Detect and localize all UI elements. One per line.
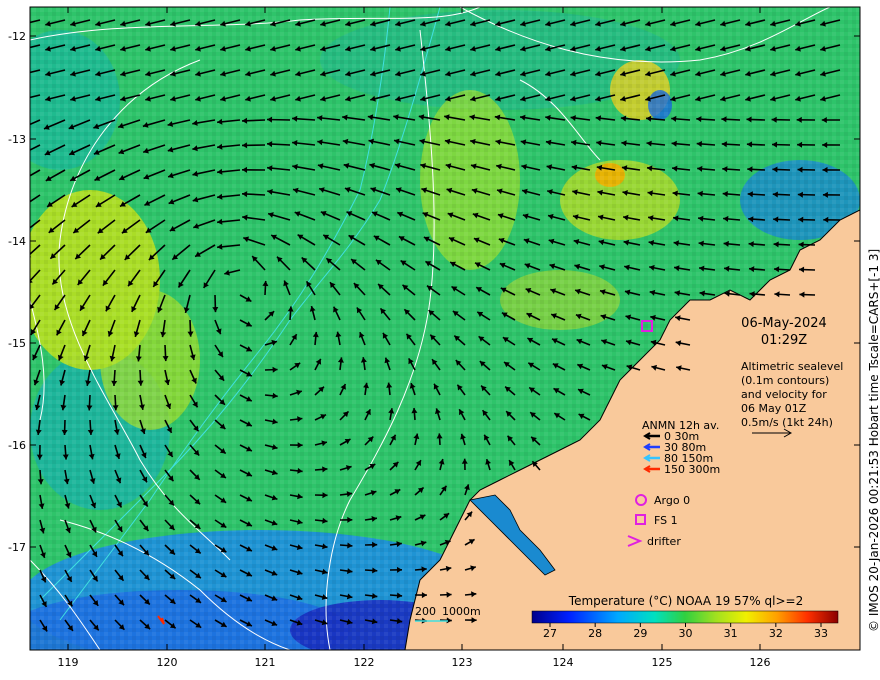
velocity-arrowhead [21,176,27,181]
velocity-arrowhead [20,71,26,77]
altimetry-line: (0.1m contours) [741,374,829,387]
x-tick-label: 125 [652,656,673,669]
x-tick-label: 120 [157,656,178,669]
colorbar-gradient [531,610,839,624]
y-tick-label: -16 [8,439,26,452]
colorbar-tick-label: 33 [814,627,828,640]
x-tick-label: 122 [354,656,375,669]
bathy-label-200: 200 [415,605,436,618]
fs-label: FS 1 [654,514,678,527]
colorbar-tick-label: 30 [679,627,693,640]
y-tick-label: -15 [8,337,26,350]
altimetry-line: Altimetric sealevel [741,360,843,373]
side-info-text: © IMOS 20-Jan-2026 00:21:53 Hobart time … [867,249,880,632]
y-tick-label: -17 [8,541,26,554]
colorbar-tick-label: 27 [543,627,557,640]
velocity-arrowhead [20,96,26,102]
altimetry-line: 06 May 01Z [741,402,807,415]
time-label: 01:29Z [761,333,807,348]
y-tick-label: -14 [8,235,26,248]
sst-field [30,7,860,650]
velocity-arrowhead [24,227,30,232]
velocity-arrowhead [20,21,26,27]
x-tick-label: 124 [553,656,574,669]
colorbar-tick-label: 28 [588,627,602,640]
altimetry-scale-label: 0.5m/s (1kt 24h) [741,416,833,429]
drifter-label: drifter [647,535,681,548]
y-tick-label: -13 [8,133,26,146]
anmn-item-label: 150 300m [664,463,720,476]
x-tick-label: 126 [750,656,771,669]
colorbar-tick-label: 32 [769,627,783,640]
x-tick-label: 121 [255,656,276,669]
y-tick-label: -12 [8,30,26,43]
sst-map: 119 120 121 122 123 124 125 126 -12 -13 … [8,6,880,669]
date-label: 06-May-2024 [741,316,827,331]
argo-label: Argo 0 [654,494,690,507]
velocity-arrowhead [20,124,26,130]
colorbar-tick-label: 31 [724,627,738,640]
altimetry-line: and velocity for [741,388,827,401]
velocity-arrowhead [20,150,26,155]
velocity-arrowhead [20,46,26,52]
velocity-arrowhead [23,201,29,206]
x-tick-label: 119 [58,656,79,669]
colorbar-title: Temperature (°C) NOAA 19 57% ql>=2 [568,594,803,608]
bathy-label-1000: 1000m [442,605,481,618]
x-tick-label: 123 [452,656,473,669]
colorbar-tick-label: 29 [633,627,647,640]
